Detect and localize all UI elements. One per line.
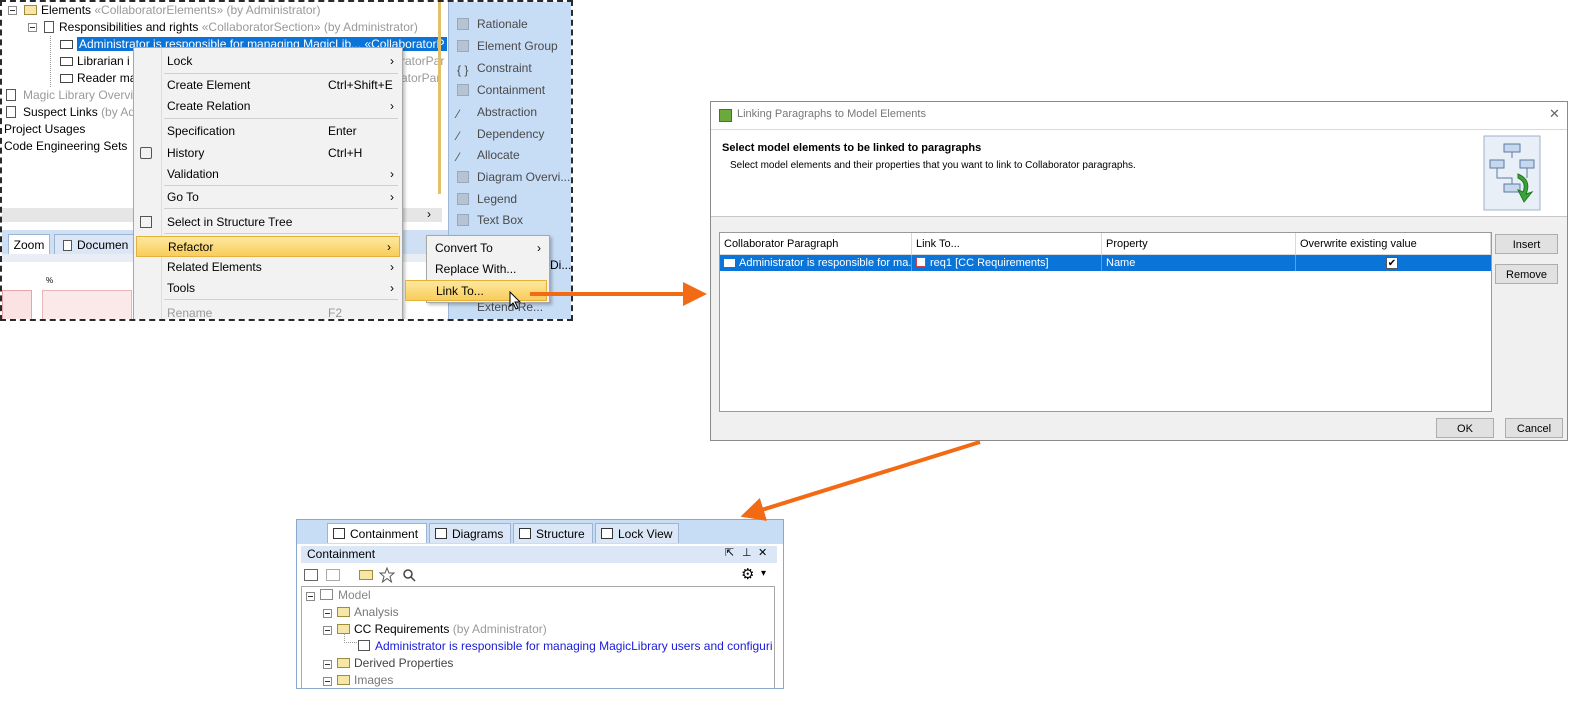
- arrow-to-browser: [740, 440, 981, 521]
- flow-arrows: [530, 282, 981, 521]
